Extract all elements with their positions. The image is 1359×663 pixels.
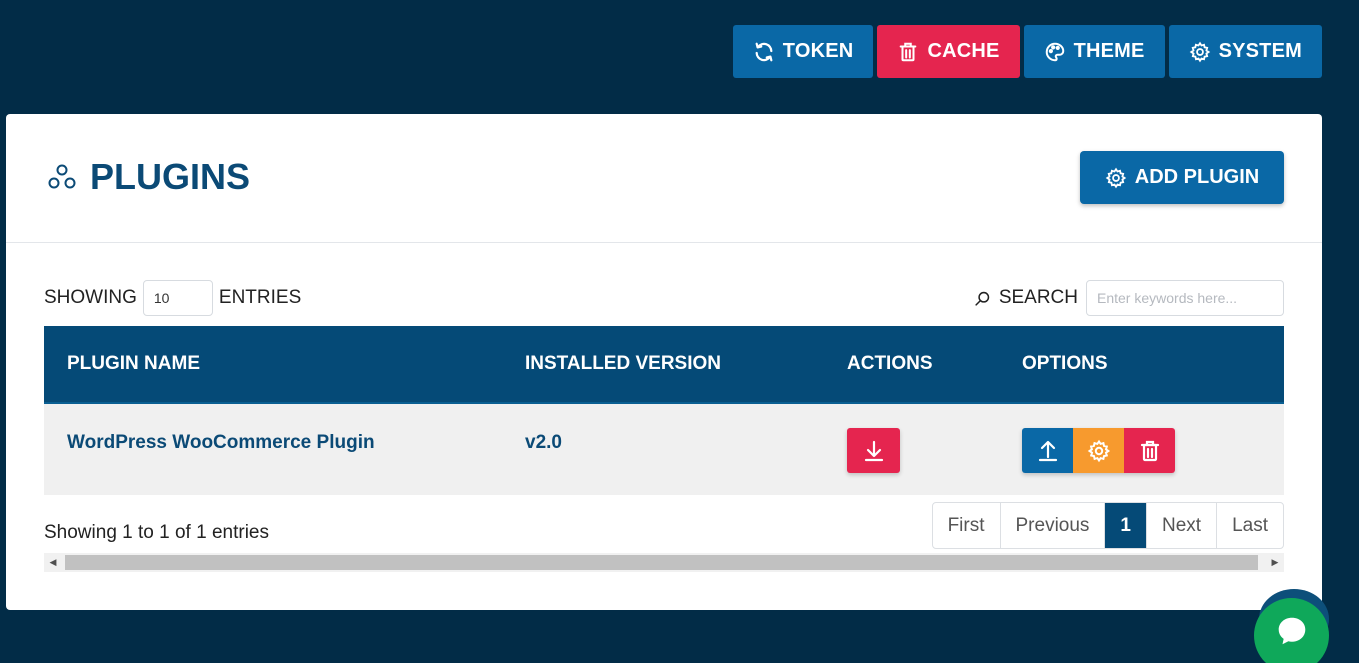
gear-icon [1105,167,1126,188]
scroll-thumb[interactable] [65,555,1258,570]
table-controls: SHOWING ENTRIES SEARCH [44,280,1284,316]
plugin-version-cell: v2.0 [525,432,562,453]
options-cell [1022,404,1284,473]
trash-icon [1140,440,1159,461]
page-current[interactable]: 1 [1104,503,1146,548]
page-title-text: PLUGINS [90,156,251,197]
page-last[interactable]: Last [1216,503,1283,548]
cache-button[interactable]: CACHE [877,25,1020,78]
system-label: SYSTEM [1218,40,1302,62]
scroll-left-icon[interactable]: ◀ [44,553,62,572]
header-installed-version[interactable]: INSTALLED VERSION [525,353,847,375]
horizontal-scrollbar[interactable]: ◀ ▶ [44,553,1284,572]
delete-button[interactable] [1124,428,1175,473]
header-plugin-name[interactable]: PLUGIN NAME [44,353,525,375]
trash-icon [900,42,917,61]
plugins-card: PLUGINS ADD PLUGIN SHOWING ENTRIES SEARC… [6,114,1322,610]
scroll-right-icon[interactable]: ▶ [1266,553,1284,572]
settings-button[interactable] [1073,428,1124,473]
options-group [1022,428,1175,473]
actions-cell [847,404,1022,473]
system-button[interactable]: SYSTEM [1168,25,1322,78]
chat-icon [1278,617,1305,644]
header-actions: ACTIONS [847,353,933,374]
top-toolbar: TOKEN CACHE THEME SYSTEM [732,25,1322,78]
entries-info: Showing 1 to 1 of 1 entries [44,522,269,543]
gear-icon [1189,41,1210,62]
page-title: PLUGINS [46,156,250,198]
page-first[interactable]: First [933,503,1000,548]
search-icon [975,291,990,306]
entries-label: ENTRIES [218,287,302,308]
card-header: PLUGINS ADD PLUGIN [6,114,1322,243]
upload-icon [1038,440,1057,461]
pagination: First Previous 1 Next Last [931,502,1284,549]
token-button[interactable]: TOKEN [732,25,874,78]
add-plugin-label: ADD PLUGIN [1134,166,1260,188]
plugins-table: PLUGIN NAME INSTALLED VERSION ACTIONS OP… [44,326,1284,495]
theme-label: THEME [1073,40,1145,62]
theme-button[interactable]: THEME [1023,25,1165,78]
search-control: SEARCH [974,280,1284,316]
table-header: PLUGIN NAME INSTALLED VERSION ACTIONS OP… [44,326,1284,404]
page-previous[interactable]: Previous [999,503,1105,548]
refresh-icon [755,42,773,61]
plugin-name-cell: WordPress WooCommerce Plugin [67,432,375,453]
showing-label: SHOWING [44,287,137,308]
header-options: OPTIONS [1022,353,1108,374]
token-label: TOKEN [782,40,854,62]
entries-control: SHOWING ENTRIES [44,280,301,316]
cache-label: CACHE [927,40,1000,62]
search-input[interactable] [1086,280,1284,316]
download-button[interactable] [847,428,900,473]
chat-button[interactable] [1254,598,1329,663]
palette-icon [1045,42,1064,61]
table-row: WordPress WooCommerce Plugin v2.0 [44,404,1284,495]
plugins-icon [48,164,76,189]
page-next[interactable]: Next [1146,503,1216,548]
upload-button[interactable] [1022,428,1073,473]
add-plugin-button[interactable]: ADD PLUGIN [1080,151,1284,204]
search-label: SEARCH [998,287,1078,308]
gear-icon [1087,439,1110,462]
download-icon [864,440,883,461]
entries-input[interactable] [142,280,213,316]
